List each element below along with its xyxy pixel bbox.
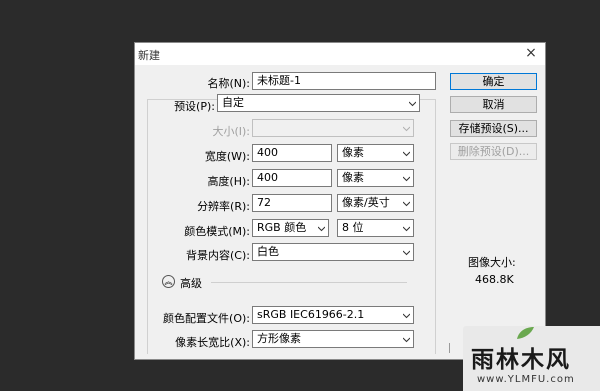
- advanced-divider: [211, 282, 407, 283]
- watermark-logo: 雨林木风 www.YLMFU.com: [463, 326, 600, 391]
- color-profile-label: 颜色配置文件(O):: [163, 312, 250, 325]
- width-label: 宽度(W):: [204, 150, 250, 163]
- color-profile-value: sRGB IEC61966-2.1: [257, 308, 365, 321]
- background-select[interactable]: 白色: [252, 243, 414, 261]
- name-input[interactable]: 未标题-1: [252, 72, 436, 90]
- chevron-down-icon: [403, 176, 410, 182]
- width-unit-select[interactable]: 像素: [337, 144, 414, 162]
- width-input[interactable]: 400: [252, 144, 332, 162]
- chevron-down-icon: [403, 201, 410, 207]
- new-document-dialog: 新建 × 名称(N): 未标题-1 预设(P): 自定 大小(I): 宽度(W)…: [134, 42, 546, 360]
- height-unit-select[interactable]: 像素: [337, 169, 414, 187]
- ok-button[interactable]: 确定: [450, 73, 537, 90]
- image-size-value: 468.8K: [475, 273, 514, 286]
- pixel-aspect-label: 像素长宽比(X):: [175, 336, 250, 349]
- preset-select[interactable]: 自定: [217, 94, 420, 112]
- resolution-input[interactable]: 72: [252, 194, 332, 212]
- resolution-label: 分辨率(R):: [197, 200, 250, 213]
- chevron-down-icon: [403, 126, 410, 132]
- height-input[interactable]: 400: [252, 169, 332, 187]
- chevron-down-icon: [403, 250, 410, 256]
- resolution-unit-select[interactable]: 像素/英寸: [337, 194, 414, 212]
- height-label: 高度(H):: [207, 175, 250, 188]
- image-size-label: 图像大小:: [468, 256, 516, 269]
- background-label: 背景内容(C):: [186, 249, 250, 262]
- watermark-text: 雨林木风: [471, 346, 571, 373]
- save-preset-button[interactable]: 存储预设(S)...: [450, 120, 537, 137]
- width-unit-value: 像素: [342, 146, 364, 159]
- chevron-down-icon: [409, 101, 416, 107]
- background-value: 白色: [257, 245, 279, 258]
- pixel-aspect-select[interactable]: 方形像素: [252, 330, 414, 348]
- pixel-aspect-value: 方形像素: [257, 332, 301, 345]
- chevron-down-icon: [318, 226, 325, 232]
- color-profile-select[interactable]: sRGB IEC61966-2.1: [252, 306, 414, 324]
- bit-depth-value: 8 位: [342, 221, 364, 234]
- dialog-titlebar: 新建 ×: [135, 43, 545, 65]
- close-icon[interactable]: ×: [523, 45, 539, 61]
- chevron-down-icon: [403, 151, 410, 157]
- dialog-title: 新建: [138, 49, 160, 62]
- advanced-toggle-button[interactable]: ︽: [162, 275, 175, 288]
- resolution-unit-value: 像素/英寸: [342, 196, 390, 209]
- preset-value: 自定: [222, 96, 244, 109]
- watermark-url: www.YLMFU.com: [477, 374, 575, 385]
- size-label: 大小(I):: [212, 125, 250, 138]
- height-unit-value: 像素: [342, 171, 364, 184]
- name-label: 名称(N):: [207, 77, 250, 90]
- chevron-down-icon: [403, 337, 410, 343]
- resize-grip: [449, 343, 454, 353]
- cancel-button[interactable]: 取消: [450, 96, 537, 113]
- delete-preset-button: 删除预设(D)...: [450, 143, 537, 160]
- size-select: [252, 119, 414, 137]
- chevron-down-icon: [403, 313, 410, 319]
- color-mode-select[interactable]: RGB 颜色: [252, 219, 329, 237]
- preset-label: 预设(P):: [174, 100, 215, 113]
- bit-depth-select[interactable]: 8 位: [337, 219, 414, 237]
- chevron-down-icon: [403, 226, 410, 232]
- advanced-label: 高级: [180, 277, 202, 290]
- color-mode-value: RGB 颜色: [257, 221, 307, 234]
- color-mode-label: 颜色模式(M):: [184, 225, 250, 238]
- leaf-icon: [517, 327, 534, 339]
